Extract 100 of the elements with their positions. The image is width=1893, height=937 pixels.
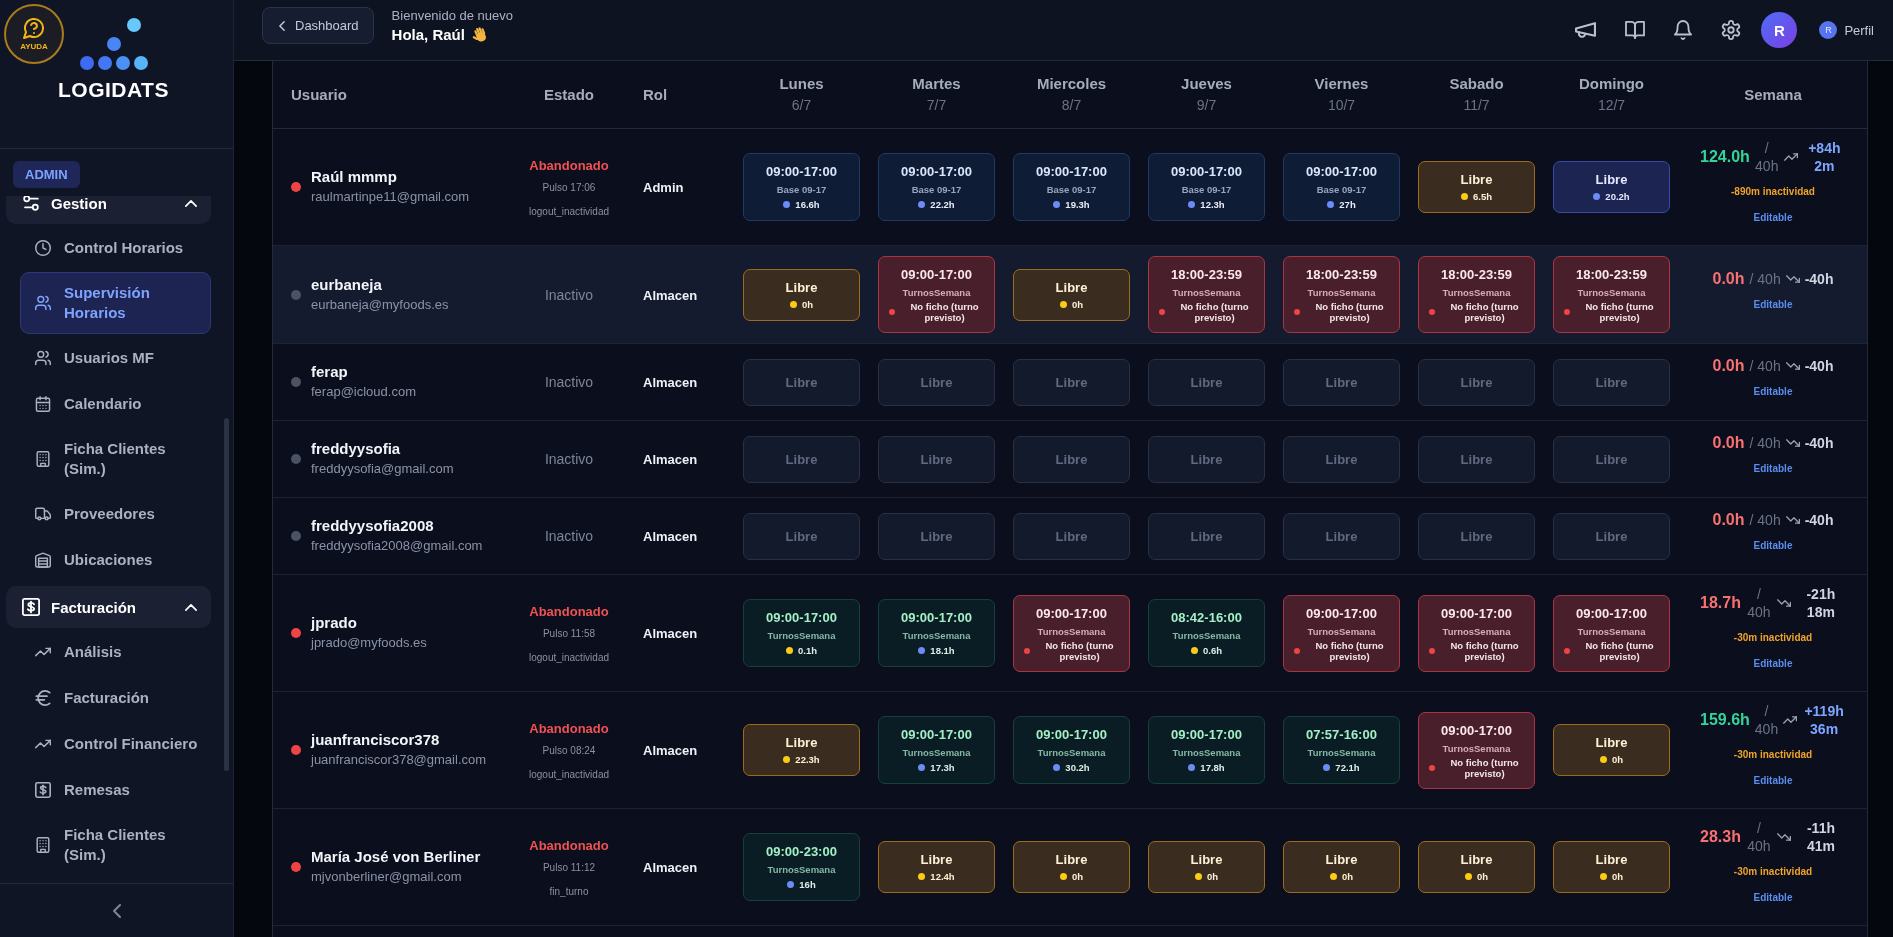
pulse-time: Pulso 08:24 — [542, 744, 596, 757]
column-date: 10/7 — [1327, 96, 1356, 114]
shift-time: 09:00-17:00 — [1171, 163, 1242, 180]
shift-time: 09:00-17:00 — [901, 163, 972, 180]
shift-source: TurnosSemana — [1577, 624, 1646, 638]
role-text: Admin — [642, 180, 684, 195]
free-day-label: Libre — [1460, 171, 1493, 188]
greeting-text: Bienvenido de nuevo — [391, 7, 514, 25]
target-hours: / 40h — [1746, 819, 1772, 855]
hours-text: 20.2h — [1605, 190, 1630, 203]
nav-item[interactable]: Usuarios MF — [20, 336, 211, 380]
worked-hours: 28.3h — [1700, 828, 1741, 846]
trend-down-icon — [1785, 516, 1800, 524]
column-date: 7/7 — [926, 96, 947, 114]
shift-source: TurnosSemana — [1307, 746, 1376, 759]
free-day-label: Libre — [1325, 373, 1358, 391]
shift-source: TurnosSemana — [1577, 286, 1646, 299]
back-button[interactable]: Dashboard — [262, 7, 374, 44]
editable-link[interactable]: Editable — [1753, 891, 1793, 905]
scrollbar-thumb[interactable] — [224, 418, 229, 771]
trend-down-icon — [1785, 439, 1800, 447]
settings-icon[interactable] — [1721, 20, 1742, 40]
help-button[interactable]: AYUDA — [4, 4, 64, 64]
editable-link[interactable]: Editable — [1753, 211, 1793, 225]
profile-link[interactable]: Perfil — [1844, 22, 1874, 38]
logo-text: LOGIDATS — [58, 78, 169, 102]
status-label: Inactivo — [544, 373, 594, 391]
status-reason: logout_inactividad — [528, 651, 610, 664]
nav-item[interactable]: Análisis — [20, 630, 211, 674]
hours-text: 27h — [1339, 198, 1356, 211]
shift-time: 18:00-23:59 — [1306, 266, 1377, 283]
shift-time: 09:00-17:00 — [1441, 721, 1512, 739]
hours-text: 12.4h — [930, 870, 955, 883]
nav-item[interactable]: Ficha Clientes (Sim.) — [20, 814, 211, 876]
chevron-left-icon[interactable] — [112, 903, 121, 918]
shift-time: 09:00-17:00 — [1306, 604, 1377, 622]
welcome-title: Hola, Raúl — [391, 25, 465, 44]
free-day-label: Libre — [1595, 851, 1628, 868]
nav-item[interactable]: Supervisión Horarios — [20, 272, 211, 334]
editable-link[interactable]: Editable — [1753, 657, 1793, 671]
missed-clock-in-note: No ficho (turno previsto) — [1449, 301, 1520, 323]
column-header: Usuario — [291, 85, 348, 104]
nav-item[interactable]: Calendario — [20, 382, 211, 426]
shift-time: 09:00-17:00 — [766, 609, 837, 626]
nav-item[interactable]: Ubicaciones — [20, 538, 211, 582]
hours-difference: +119h 36m — [1803, 702, 1845, 738]
dollar-square-icon — [22, 598, 40, 616]
free-day-label: Libre — [1190, 527, 1223, 545]
user-email: jprado@myfoods.es — [311, 634, 427, 652]
dots-logo-icon — [78, 16, 149, 72]
shift-source: TurnosSemana — [767, 629, 836, 642]
shift-source: Base 09-17 — [1316, 183, 1367, 196]
editable-link[interactable]: Editable — [1753, 539, 1793, 553]
free-day-label: Libre — [920, 851, 953, 868]
nav-item[interactable]: Remesas — [20, 768, 211, 812]
nav-group-header[interactable]: Facturación — [6, 586, 211, 628]
missed-clock-in-note: No ficho (turno previsto) — [1584, 301, 1655, 323]
shift-source: TurnosSemana — [1307, 286, 1376, 299]
book-icon[interactable] — [1625, 21, 1646, 39]
editable-link[interactable]: Editable — [1753, 297, 1793, 312]
nav-item[interactable]: Proveedores — [20, 492, 211, 536]
hours-difference: -40h — [1804, 434, 1834, 452]
shift-time: 09:00-17:00 — [1306, 163, 1377, 180]
status-label: Abandonado — [529, 602, 609, 621]
nav-item[interactable]: Facturación — [20, 676, 211, 720]
hours-difference: -11h 41m — [1805, 819, 1836, 855]
shift-source: TurnosSemana — [1037, 746, 1106, 759]
shift-source: Base 09-17 — [776, 183, 827, 196]
shift-source: TurnosSemana — [902, 629, 971, 642]
shift-source: TurnosSemana — [1037, 624, 1106, 638]
missed-clock-in-note: No ficho (turno previsto) — [1314, 639, 1385, 662]
megaphone-icon[interactable] — [1575, 21, 1597, 39]
free-day-label: Libre — [1055, 373, 1088, 391]
column-date: 9/7 — [1196, 96, 1217, 114]
nav-item[interactable]: Control Horarios — [20, 226, 211, 270]
nav-group-header[interactable]: Gestion — [6, 196, 211, 224]
trend-up-icon — [1783, 153, 1798, 161]
editable-link[interactable]: Editable — [1753, 385, 1793, 399]
shift-time: 09:00-17:00 — [1171, 726, 1242, 743]
user-name: eurbaneja — [311, 274, 383, 295]
bell-icon[interactable] — [1674, 20, 1693, 40]
waving-hand-icon — [471, 26, 489, 43]
user-email: eurbaneja@myfoods.es — [311, 295, 449, 314]
hours-text: 22.2h — [930, 198, 955, 211]
free-day-label: Libre — [1325, 450, 1358, 468]
calendar-icon — [35, 396, 51, 412]
free-day-label: Libre — [1460, 450, 1493, 468]
missed-clock-in-note: No ficho (turno previsto) — [1314, 301, 1385, 323]
dollar-square-icon — [35, 782, 51, 798]
editable-link[interactable]: Editable — [1753, 774, 1793, 788]
nav-item[interactable]: Control Financiero — [20, 722, 211, 766]
shift-source: TurnosSemana — [1442, 286, 1511, 299]
status-label: Inactivo — [544, 527, 594, 545]
shift-source: TurnosSemana — [1307, 624, 1376, 638]
avatar[interactable]: R — [1761, 12, 1798, 48]
status-label: Abandonado — [529, 156, 609, 175]
shift-source: TurnosSemana — [767, 863, 836, 876]
nav-item[interactable]: Ficha Clientes (Sim.) — [20, 428, 211, 490]
editable-link[interactable]: Editable — [1753, 462, 1793, 476]
role-text: Almacen — [642, 626, 698, 641]
